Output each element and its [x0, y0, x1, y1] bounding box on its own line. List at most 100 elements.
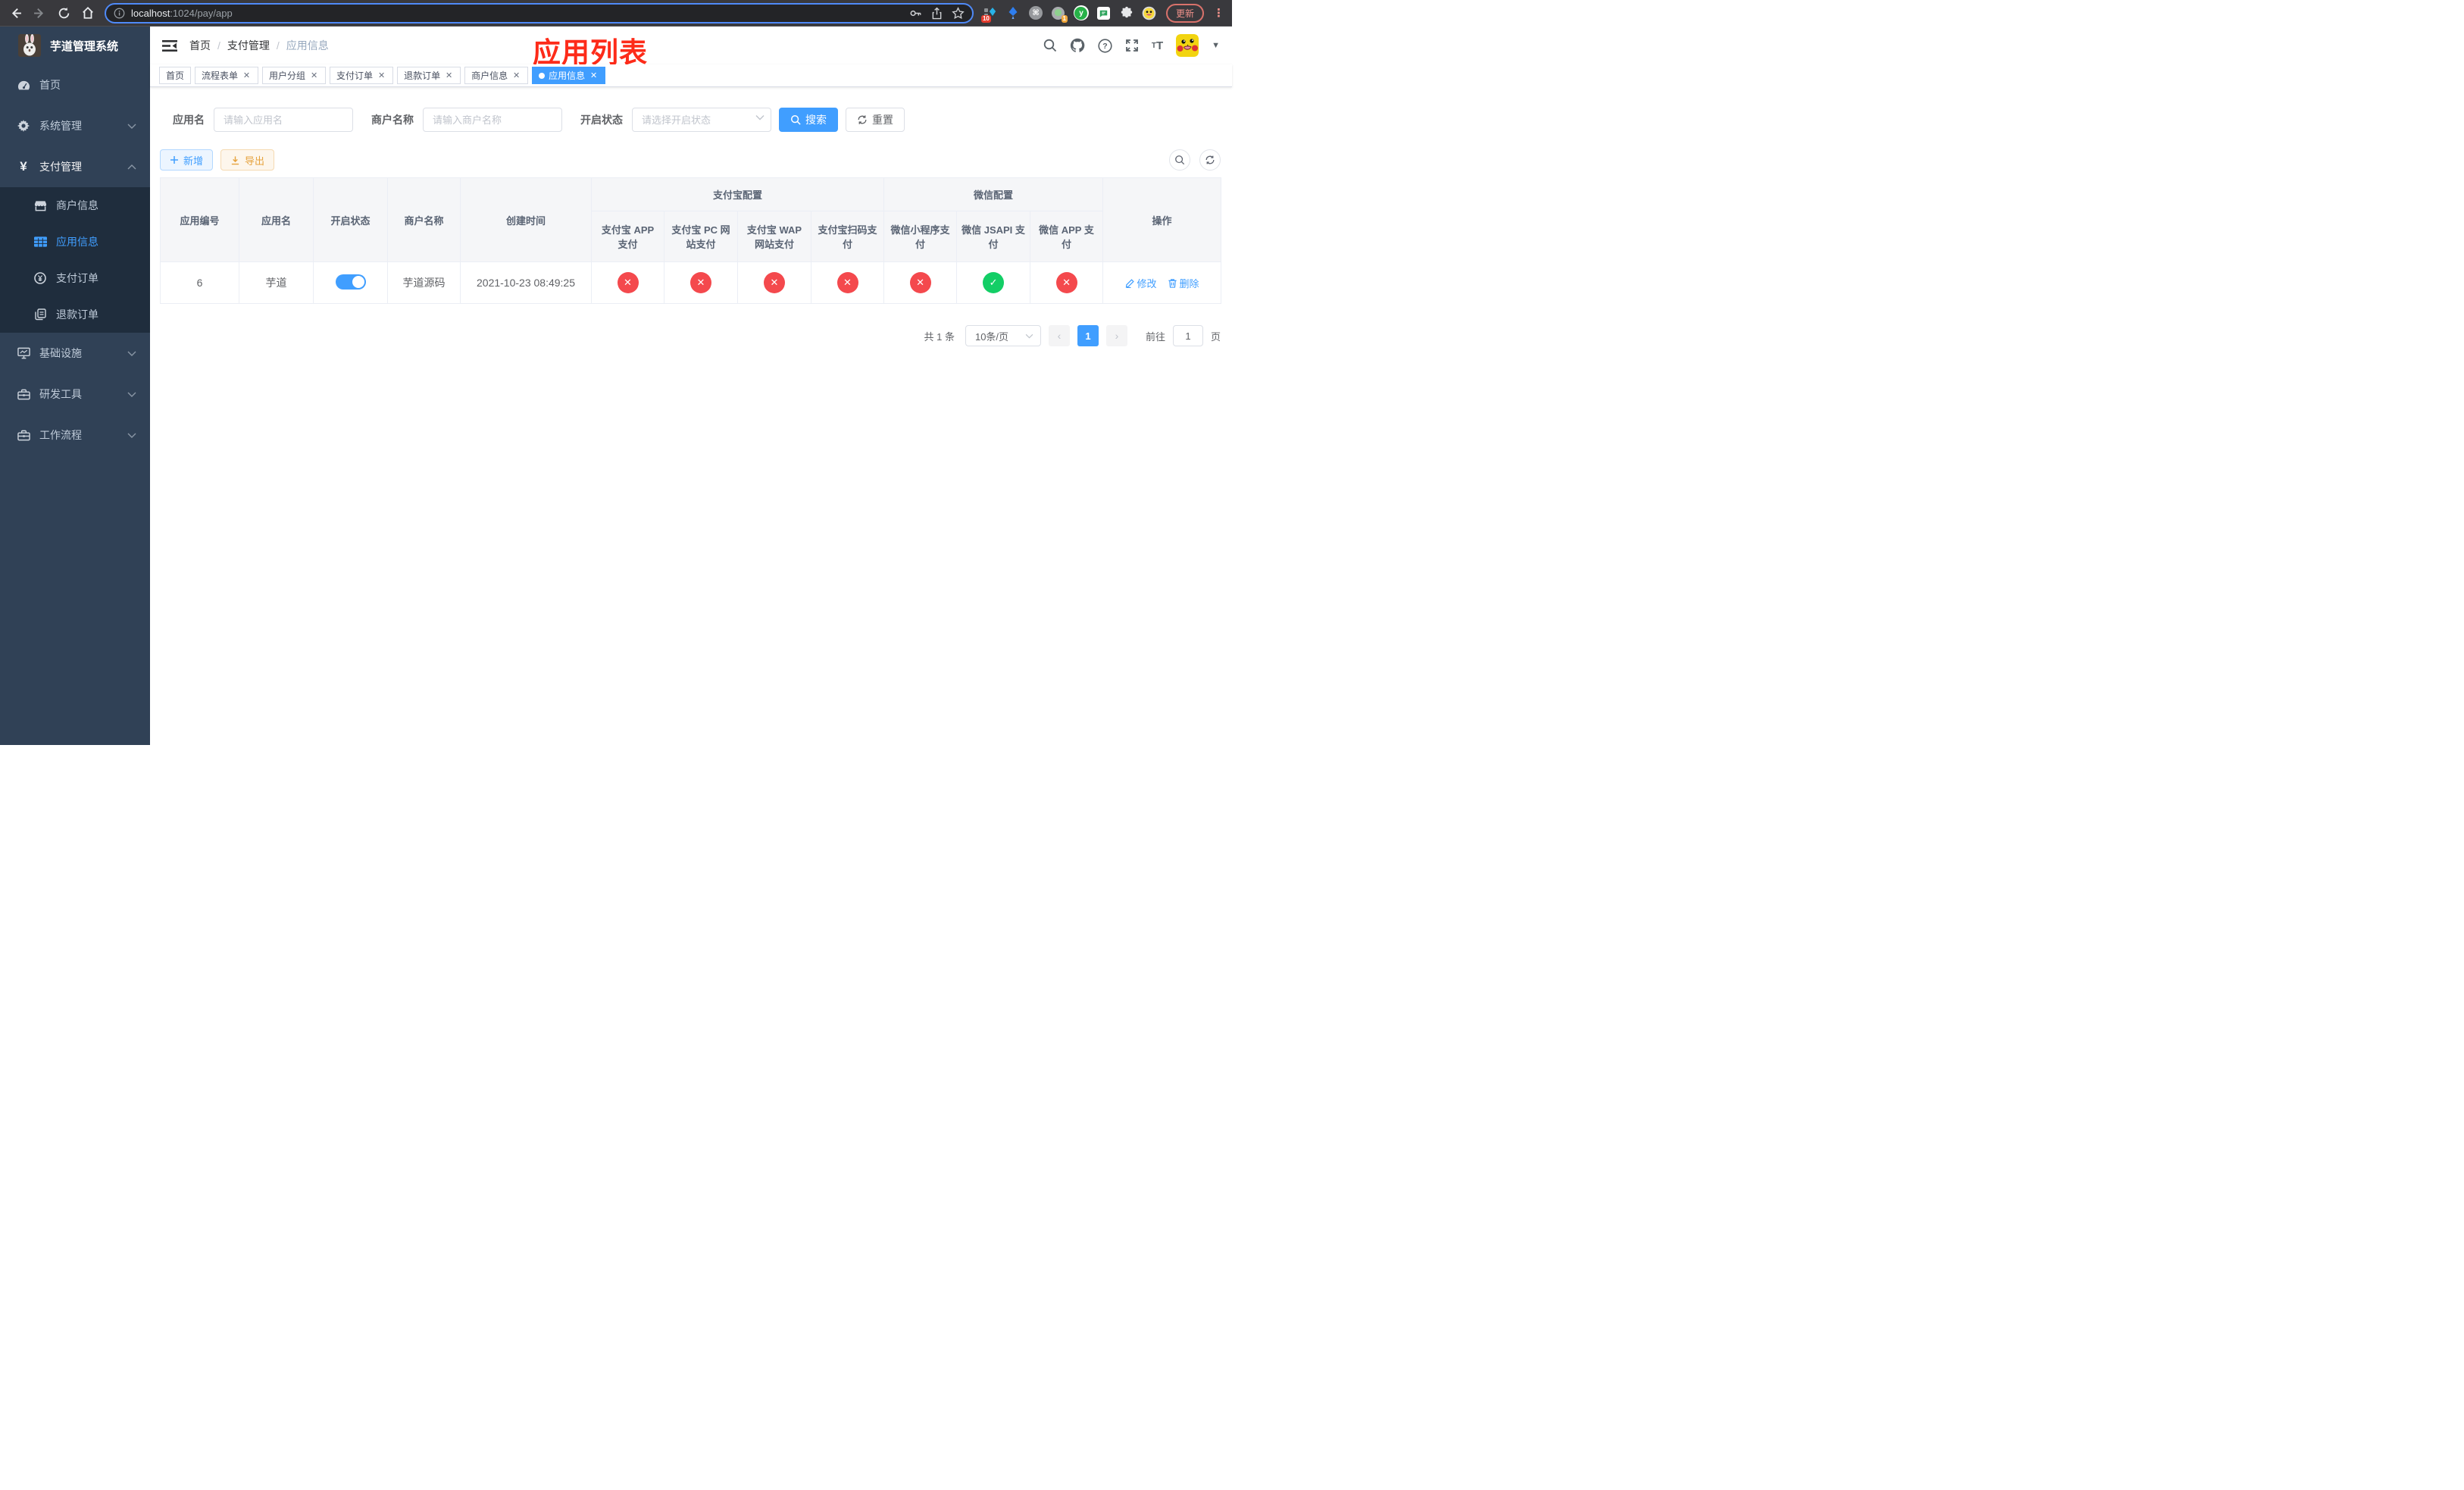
- close-icon[interactable]: ✕: [589, 70, 599, 80]
- sidebar-item-workflow[interactable]: 工作流程: [0, 415, 150, 455]
- chevron-down-icon: [127, 392, 136, 397]
- group-wechat-config: 微信配置: [883, 177, 1104, 211]
- close-icon[interactable]: ✕: [444, 70, 454, 80]
- share-icon[interactable]: [931, 7, 943, 20]
- avatar[interactable]: [1176, 34, 1199, 57]
- tag-refund-order[interactable]: 退款订单 ✕: [397, 67, 461, 84]
- breadcrumb-payment[interactable]: 支付管理: [227, 38, 270, 53]
- yen-icon: ¥: [20, 159, 27, 174]
- help-icon[interactable]: ?: [1098, 38, 1112, 53]
- tag-pay-order[interactable]: 支付订单 ✕: [330, 67, 394, 84]
- site-info-icon[interactable]: [114, 8, 125, 19]
- extension-y-icon[interactable]: y: [1073, 5, 1089, 20]
- github-icon[interactable]: [1070, 38, 1085, 53]
- status-wechat-mini: [909, 272, 931, 293]
- bookmark-star-icon[interactable]: [952, 6, 965, 20]
- sidebar-item-home[interactable]: 首页: [0, 64, 150, 105]
- gear-icon: [17, 120, 30, 132]
- sidebar-item-label: 工作流程: [39, 429, 82, 441]
- prev-page-button[interactable]: ‹: [1048, 325, 1070, 346]
- home-icon[interactable]: [80, 5, 95, 20]
- col-app-id: 应用编号: [160, 177, 239, 262]
- browser-toolbar: localhost:1024/pay/app 10 ⌘ 1 y 更新 ⋮: [0, 0, 1232, 27]
- extension-kite-icon[interactable]: [1005, 5, 1021, 20]
- sidebar-item-payment[interactable]: ¥ 支付管理: [0, 146, 150, 187]
- col-alipay-wap: 支付宝 WAP 网站支付: [737, 211, 811, 262]
- sidebar-item-app-info[interactable]: 应用信息: [0, 224, 150, 260]
- breadcrumb-home[interactable]: 首页: [189, 38, 211, 53]
- enable-toggle[interactable]: [335, 274, 366, 290]
- tag-home[interactable]: 首页: [159, 67, 192, 84]
- reset-button[interactable]: 重置: [846, 108, 905, 132]
- sidebar-item-label: 基础设施: [39, 347, 82, 359]
- extension-puzzle-icon[interactable]: [1119, 5, 1134, 20]
- reload-icon[interactable]: [56, 5, 71, 20]
- export-button[interactable]: 导出: [220, 149, 275, 171]
- sidebar-item-label: 系统管理: [39, 120, 82, 132]
- back-icon[interactable]: [8, 5, 23, 20]
- header-search-icon[interactable]: [1043, 39, 1057, 52]
- show-search-button[interactable]: [1169, 149, 1190, 171]
- status-alipay-app: [617, 272, 639, 293]
- delete-link[interactable]: 删除: [1168, 276, 1199, 290]
- sidebar-item-system[interactable]: 系统管理: [0, 105, 150, 146]
- search-button[interactable]: 搜索: [779, 108, 838, 132]
- avatar-caret-icon[interactable]: ▼: [1212, 41, 1220, 50]
- address-bar[interactable]: localhost:1024/pay/app: [105, 2, 974, 23]
- fullscreen-icon[interactable]: [1125, 39, 1139, 52]
- chrome-update-button[interactable]: 更新: [1165, 3, 1204, 23]
- status-alipay-wap: [764, 272, 785, 293]
- next-page-button[interactable]: ›: [1105, 325, 1127, 346]
- filter-form: 应用名 商户名称 开启状态: [160, 108, 1221, 132]
- add-button[interactable]: 新增: [160, 149, 214, 171]
- status-label: 开启状态: [580, 114, 623, 126]
- col-status: 开启状态: [313, 177, 388, 262]
- app-name-input[interactable]: [214, 108, 353, 132]
- refresh-button[interactable]: [1199, 149, 1221, 171]
- extensions-tray: 10 ⌘ 1 y: [980, 5, 1157, 23]
- breadcrumb: 首页 / 支付管理 / 应用信息: [189, 38, 329, 53]
- password-key-icon[interactable]: [909, 7, 922, 20]
- edit-link[interactable]: 修改: [1125, 276, 1157, 290]
- tag-app-info[interactable]: 应用信息 ✕: [532, 67, 606, 84]
- status-select[interactable]: [632, 108, 771, 132]
- tag-merchant-info[interactable]: 商户信息 ✕: [464, 67, 529, 84]
- status-alipay-pc: [690, 272, 711, 293]
- breadcrumb-current: 应用信息: [286, 39, 329, 52]
- tag-process-form[interactable]: 流程表单 ✕: [195, 67, 259, 84]
- close-icon[interactable]: ✕: [242, 70, 252, 80]
- navbar: 首页 / 支付管理 / 应用信息 应用列表 ? T T ▼: [150, 27, 1232, 68]
- tag-user-group[interactable]: 用户分组 ✕: [262, 67, 327, 84]
- monitor-chart-icon: [17, 347, 30, 359]
- col-created: 创建时间: [460, 177, 592, 262]
- page-size-select[interactable]: 10条/页: [965, 325, 1041, 346]
- cell-created-time: 2021-10-23 08:49:25: [460, 261, 592, 304]
- table-row: 6 芋道 芋道源码 2021-10-23 08:49:25 ✕ ✕ ✕ ✕ ✕ …: [160, 261, 1222, 304]
- extension-blue-diamond-icon[interactable]: 10: [980, 5, 998, 23]
- sidebar-item-refund-orders[interactable]: 退款订单: [0, 296, 150, 333]
- current-page[interactable]: 1: [1077, 325, 1099, 346]
- sidebar-item-merchant-info[interactable]: 商户信息: [0, 187, 150, 224]
- app-logo[interactable]: 芋道管理系统: [0, 27, 150, 64]
- font-size-icon[interactable]: TT: [1152, 39, 1163, 52]
- extension-emoji-icon[interactable]: [1142, 5, 1157, 20]
- merchant-name-input[interactable]: [423, 108, 562, 132]
- extension-chat-icon[interactable]: [1096, 5, 1112, 20]
- sidebar-collapse-icon[interactable]: [162, 39, 177, 52]
- close-icon[interactable]: ✕: [309, 70, 319, 80]
- sidebar-item-dev-tools[interactable]: 研发工具: [0, 374, 150, 415]
- briefcase-icon: [17, 430, 30, 441]
- extension-command-icon[interactable]: ⌘: [1028, 5, 1043, 20]
- browser-menu-icon[interactable]: ⋮: [1213, 6, 1224, 20]
- status-wechat-jsapi: [983, 272, 1005, 293]
- sidebar-item-infrastructure[interactable]: 基础设施: [0, 333, 150, 374]
- goto-label: 前往: [1145, 330, 1165, 343]
- status-alipay-qr: [836, 272, 858, 293]
- goto-page-input[interactable]: [1172, 325, 1203, 346]
- close-icon[interactable]: ✕: [511, 70, 521, 80]
- forward-icon[interactable]: [32, 5, 47, 20]
- toolbox-icon: [17, 389, 30, 400]
- close-icon[interactable]: ✕: [377, 70, 386, 80]
- sidebar-item-pay-orders[interactable]: 支付订单: [0, 260, 150, 296]
- extension-recorder-icon[interactable]: 1: [1051, 5, 1068, 23]
